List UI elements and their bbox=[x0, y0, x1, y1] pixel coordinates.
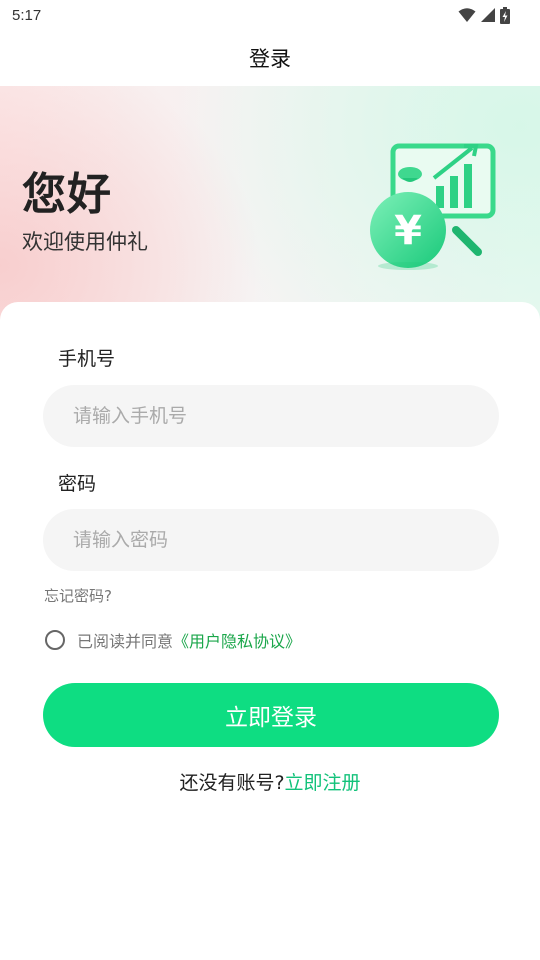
agreement-text: 已阅读并同意 bbox=[77, 632, 174, 651]
signal-icon bbox=[481, 8, 495, 22]
status-bar: 5:17 bbox=[0, 0, 540, 30]
phone-label: 手机号 bbox=[58, 348, 116, 370]
register-link[interactable]: 立即注册 bbox=[285, 768, 361, 795]
forgot-password-link[interactable]: 忘记密码? bbox=[44, 585, 112, 606]
status-icons bbox=[458, 6, 510, 24]
svg-text:¥: ¥ bbox=[394, 208, 422, 254]
page-title: 登录 bbox=[249, 47, 291, 71]
login-button[interactable]: 立即登录 bbox=[43, 683, 499, 747]
agreement-row: 已阅读并同意 《用户隐私协议》 bbox=[45, 628, 301, 652]
register-row: 还没有账号? 立即注册 bbox=[0, 768, 540, 795]
nav-bar: 登录 bbox=[0, 30, 540, 86]
password-label: 密码 bbox=[58, 473, 97, 495]
wifi-icon bbox=[458, 8, 476, 22]
hero-banner: 您好 欢迎使用仲礼 ¥ bbox=[0, 86, 540, 326]
password-input[interactable] bbox=[43, 509, 499, 571]
hero-subtitle: 欢迎使用仲礼 bbox=[22, 230, 148, 254]
privacy-agreement-link[interactable]: 《用户隐私协议》 bbox=[173, 628, 301, 652]
battery-charging-icon bbox=[500, 6, 510, 24]
money-bag-chart-icon: ¥ bbox=[370, 143, 496, 270]
hero-greeting: 您好 bbox=[22, 169, 112, 220]
login-card: 手机号 密码 忘记密码? 已阅读并同意 《用户隐私协议》 立即登录 还没有账号?… bbox=[0, 302, 540, 960]
register-prompt: 还没有账号? bbox=[179, 772, 285, 794]
status-time: 5:17 bbox=[12, 6, 42, 24]
phone-input[interactable] bbox=[43, 385, 499, 447]
agreement-radio[interactable] bbox=[45, 630, 65, 650]
